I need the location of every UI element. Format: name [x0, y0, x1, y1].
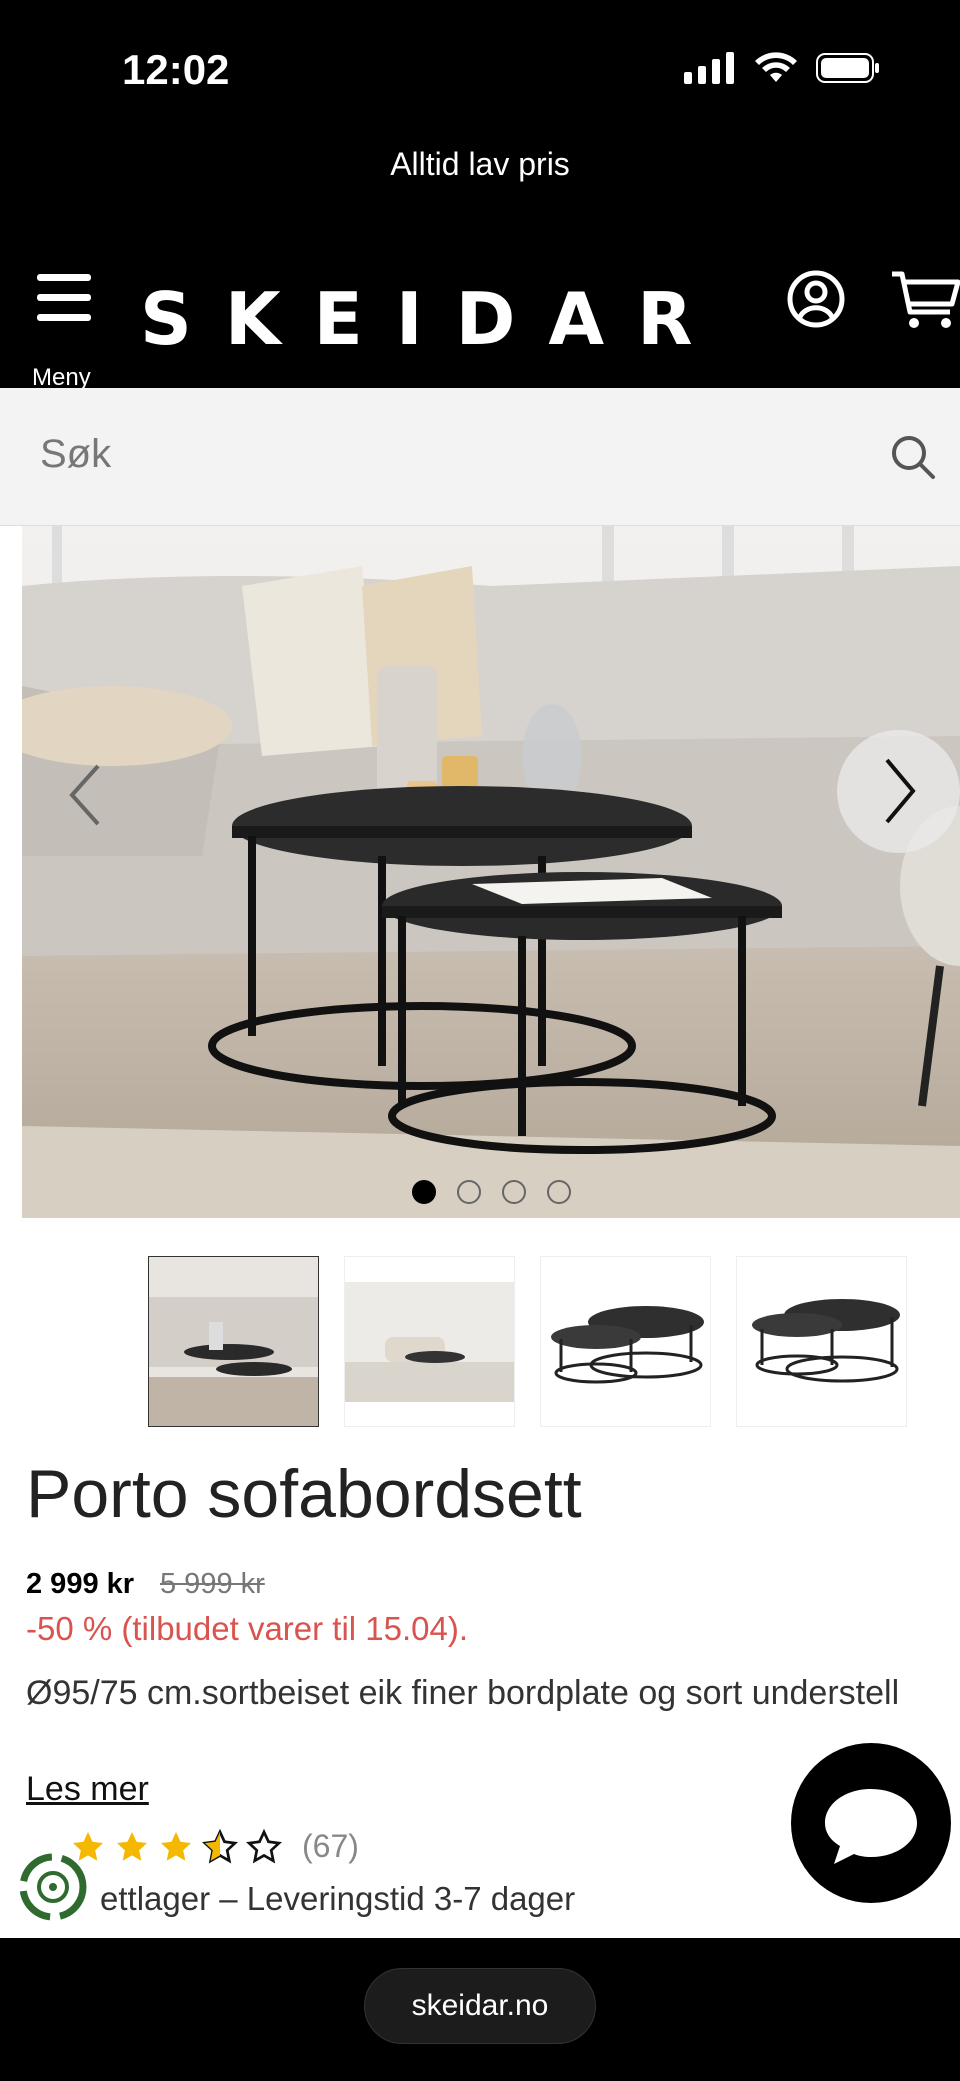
url-bar[interactable]: skeidar.no — [364, 1968, 596, 2044]
search-bar[interactable]: Søk — [0, 388, 960, 526]
battery-icon — [816, 53, 879, 83]
search-icon[interactable] — [890, 434, 936, 480]
carousel-next-button[interactable] — [837, 730, 960, 853]
skeidar-logo[interactable]: SKEIDAR — [140, 264, 726, 374]
site-header: Meny SKEIDAR — [0, 244, 960, 391]
promo-banner: Alltid lav pris — [0, 132, 960, 244]
cart-icon[interactable] — [890, 268, 960, 332]
chevron-right-icon — [885, 758, 916, 824]
stock-status: ettlager – Leveringstid 3-7 dager — [100, 1880, 576, 1917]
thumbnail-image — [149, 1257, 318, 1426]
product-old-price: 5 999 kr — [160, 1568, 265, 1600]
chat-bubble-icon — [825, 1789, 917, 1864]
product-photo — [22, 526, 960, 1218]
read-more-link[interactable]: Les mer — [26, 1770, 149, 1809]
menu-button[interactable]: Meny — [30, 274, 100, 391]
chevron-left-icon[interactable] — [60, 760, 110, 830]
status-bar: 12:02 — [0, 0, 960, 132]
product-price: 2 999 kr — [26, 1568, 135, 1600]
thumbnail-image — [737, 1257, 906, 1426]
thumbnail-3[interactable] — [540, 1256, 711, 1427]
product-description: Ø95/75 cm.sortbeiset eik finer bordplate… — [26, 1674, 900, 1712]
status-icons — [684, 52, 880, 84]
discount-text: -50 % (tilbudet varer til 15.04). — [26, 1610, 469, 1647]
star-full-icon — [117, 1831, 147, 1861]
thumbnail-4[interactable] — [736, 1256, 907, 1427]
review-count[interactable]: (67) — [302, 1828, 359, 1865]
thumbnail-image — [541, 1257, 710, 1426]
carousel-dot[interactable] — [412, 1180, 436, 1204]
wifi-icon — [755, 52, 797, 82]
carousel-dot[interactable] — [502, 1180, 526, 1204]
thumbnail-2[interactable] — [344, 1256, 515, 1427]
star-empty-icon — [246, 1828, 282, 1863]
eco-badge-icon[interactable] — [18, 1852, 88, 1922]
thumbnail-image — [345, 1257, 514, 1426]
status-time: 12:02 — [122, 46, 230, 93]
browser-footer: skeidar.no — [0, 1938, 960, 2081]
product-title: Porto sofabordsett — [26, 1456, 582, 1532]
search-input[interactable]: Søk — [40, 432, 111, 477]
star-half-icon — [202, 1828, 238, 1863]
hamburger-icon — [30, 274, 100, 321]
star-full-icon — [161, 1831, 191, 1861]
promo-text: Alltid lav pris — [390, 146, 570, 182]
carousel-dot[interactable] — [547, 1180, 571, 1204]
carousel-dots — [412, 1180, 571, 1204]
thumbnail-strip — [148, 1256, 907, 1427]
carousel-dot[interactable] — [457, 1180, 481, 1204]
product-image-carousel[interactable] — [22, 526, 960, 1218]
thumbnail-1[interactable] — [148, 1256, 319, 1427]
account-icon[interactable] — [787, 270, 845, 328]
rating-stars[interactable]: (67) — [70, 1828, 359, 1865]
chat-button[interactable] — [791, 1743, 951, 1903]
signal-icon — [684, 52, 734, 84]
